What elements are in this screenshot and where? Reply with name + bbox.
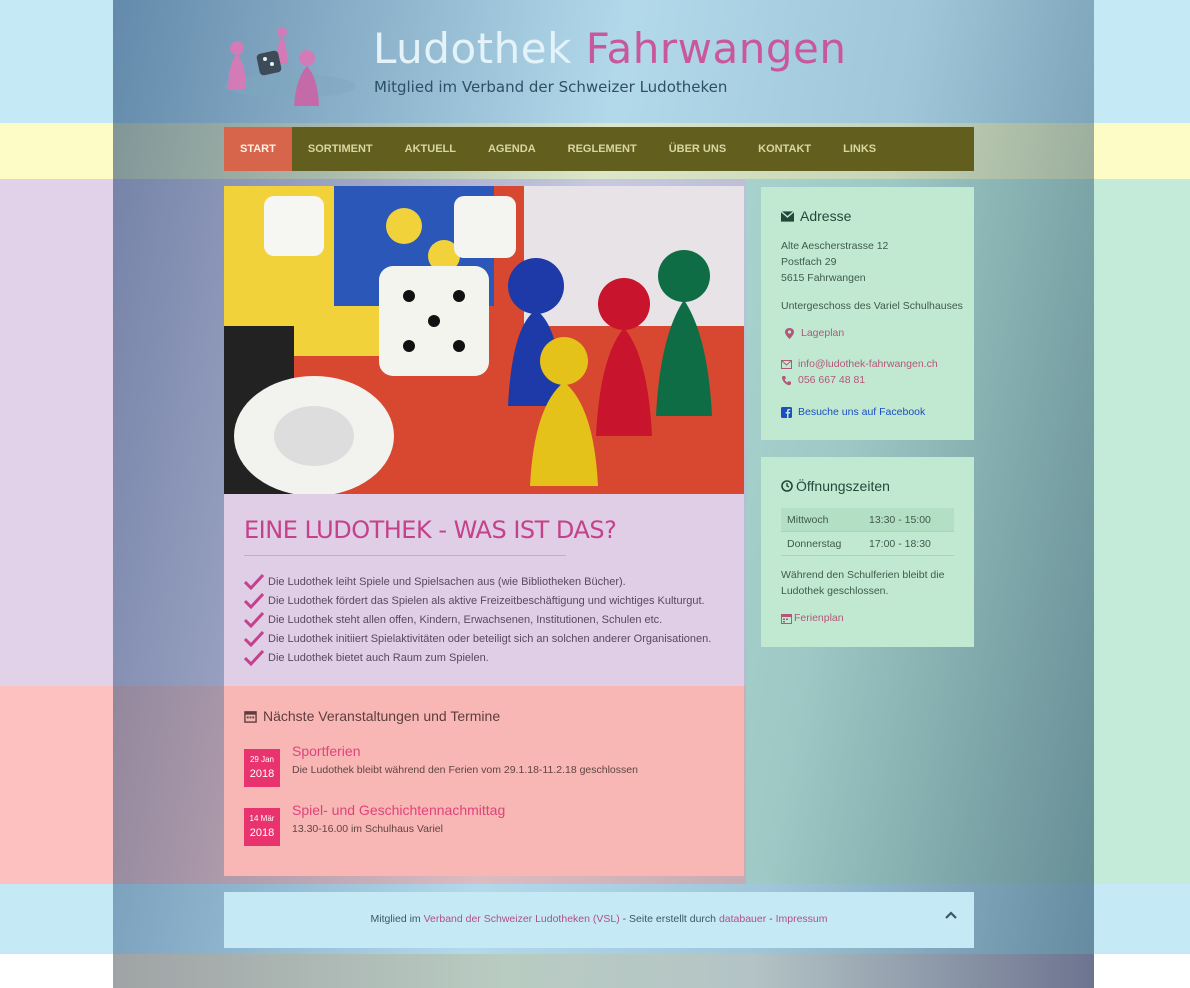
- nav-item-kontakt[interactable]: KONTAKT: [742, 127, 827, 171]
- main-nav: START SORTIMENT AKTUELL AGENDA REGLEMENT…: [224, 127, 974, 171]
- list-item: Die Ludothek leiht Spiele und Spielsache…: [244, 572, 711, 591]
- map-link[interactable]: Lageplan: [781, 327, 844, 339]
- checkmark-icon: [244, 649, 264, 666]
- clock-icon: [781, 480, 793, 492]
- event-year: 2018: [249, 827, 275, 839]
- opening-hours-table: Mittwoch 13:30 - 15:00 Donnerstag 17:00 …: [781, 508, 954, 556]
- nav-item-links[interactable]: LINKS: [827, 127, 892, 171]
- chevron-up-icon[interactable]: [944, 908, 958, 922]
- table-row: Mittwoch 13:30 - 15:00: [781, 508, 954, 532]
- footer-separator: -: [766, 913, 776, 925]
- site-subtitle: Mitglied im Verband der Schweizer Ludoth…: [374, 78, 728, 96]
- envelope-icon: [781, 210, 794, 222]
- table-row: Donnerstag 17:00 - 18:30: [781, 531, 954, 556]
- events-heading-text: Nächste Veranstaltungen und Termine: [263, 708, 501, 724]
- event-date-badge: 29 Jan 2018: [244, 749, 280, 787]
- email-link-text: info@ludothek-fahrwangen.ch: [798, 358, 938, 370]
- nav-item-sortiment[interactable]: SORTIMENT: [292, 127, 389, 171]
- hours-time: 13:30 - 15:00: [869, 513, 931, 526]
- event-year: 2018: [249, 768, 275, 780]
- map-marker-icon: [785, 327, 794, 339]
- nav-item-aktuell[interactable]: AKTUELL: [389, 127, 472, 171]
- events-heading: Nächste Veranstaltungen und Termine: [244, 708, 500, 724]
- email-link[interactable]: info@ludothek-fahrwangen.ch: [781, 358, 938, 370]
- event-description: 13.30-16.00 im Schulhaus Variel: [292, 823, 443, 835]
- nav-item-start[interactable]: START: [224, 127, 292, 171]
- title-divider: [244, 555, 566, 556]
- site-title: Ludothek Fahrwangen: [373, 24, 847, 73]
- site-title-part1: Ludothek: [373, 24, 572, 73]
- footer-middle: - Seite erstellt durch: [619, 913, 719, 925]
- list-item-text: Die Ludothek initiiert Spielaktivitäten …: [268, 632, 712, 645]
- checkmark-icon: [244, 611, 264, 628]
- event-title-link[interactable]: Spiel- und Geschichtennachmittag: [292, 802, 505, 818]
- list-item: Die Ludothek bietet auch Raum zum Spiele…: [244, 648, 711, 667]
- list-item-text: Die Ludothek fördert das Spielen als akt…: [268, 594, 705, 607]
- list-item: Die Ludothek fördert das Spielen als akt…: [244, 591, 711, 610]
- calendar-icon: [244, 710, 257, 723]
- address-heading: Adresse: [781, 208, 851, 224]
- event-date-badge: 14 Mär 2018: [244, 808, 280, 846]
- event-description: Die Ludothek bleibt während den Ferien v…: [292, 764, 638, 776]
- address-lines: Alte Aescherstrasse 12 Postfach 29 5615 …: [781, 238, 888, 286]
- hours-day: Donnerstag: [787, 537, 842, 550]
- event-day: 29 Jan: [249, 755, 275, 764]
- site-title-part2: Fahrwangen: [585, 24, 847, 73]
- vsl-link[interactable]: Verband der Schweizer Ludotheken (VSL): [424, 913, 620, 925]
- hero-image-dice-and-pawns: [224, 186, 744, 494]
- opening-hours-heading-text: Öffnungszeiten: [796, 478, 890, 494]
- location-note: Untergeschoss des Variel Schulhauses: [781, 300, 963, 312]
- phone-icon: [781, 375, 791, 385]
- list-item: Die Ludothek steht allen offen, Kindern,…: [244, 610, 711, 629]
- hours-time: 17:00 - 18:30: [869, 537, 931, 550]
- list-item-text: Die Ludothek bietet auch Raum zum Spiele…: [268, 651, 489, 664]
- calendar-icon: [781, 613, 792, 624]
- list-item-text: Die Ludothek steht allen offen, Kindern,…: [268, 613, 663, 626]
- opening-hours-heading: Öffnungszeiten: [781, 478, 890, 494]
- nav-item-ueber-uns[interactable]: ÜBER UNS: [653, 127, 742, 171]
- intro-title: EINE LUDOTHEK - WAS IST DAS?: [244, 516, 617, 544]
- address-city: 5615 Fahrwangen: [781, 272, 866, 284]
- holiday-note: Während den Schulferien bleibt die Ludot…: [781, 569, 945, 597]
- checkmark-icon: [244, 630, 264, 647]
- list-item: Die Ludothek initiiert Spielaktivitäten …: [244, 629, 711, 648]
- map-link-text: Lageplan: [801, 327, 845, 339]
- facebook-link-text: Besuche uns auf Facebook: [798, 406, 926, 418]
- envelope-outline-icon: [781, 359, 792, 369]
- footer-prefix: Mitglied im: [370, 913, 424, 925]
- event-title-link[interactable]: Sportferien: [292, 743, 360, 759]
- facebook-link[interactable]: Besuche uns auf Facebook: [781, 406, 925, 418]
- address-street: Alte Aescherstrasse 12: [781, 240, 889, 252]
- intro-checklist: Die Ludothek leiht Spiele und Spielsache…: [244, 572, 711, 667]
- phone-link-text: 056 667 48 81: [798, 374, 866, 386]
- address-heading-text: Adresse: [800, 208, 852, 224]
- event-day: 14 Mär: [249, 814, 275, 823]
- footer-text: Mitglied im Verband der Schweizer Ludoth…: [224, 913, 974, 925]
- author-link[interactable]: databauer: [719, 913, 766, 925]
- address-postbox: Postfach 29: [781, 256, 837, 268]
- holiday-plan-link[interactable]: Ferienplan: [781, 612, 844, 624]
- nav-item-reglement[interactable]: REGLEMENT: [552, 127, 653, 171]
- hours-day: Mittwoch: [787, 513, 829, 526]
- impressum-link[interactable]: Impressum: [776, 913, 828, 925]
- facebook-icon: [781, 406, 792, 418]
- page-bottom-strip: [113, 954, 1094, 988]
- holiday-plan-link-text: Ferienplan: [794, 612, 844, 624]
- checkmark-icon: [244, 592, 264, 609]
- nav-item-agenda[interactable]: AGENDA: [472, 127, 552, 171]
- phone-link[interactable]: 056 667 48 81: [781, 374, 865, 386]
- list-item-text: Die Ludothek leiht Spiele und Spielsache…: [268, 575, 626, 588]
- board-game-pawns-logo[interactable]: [220, 14, 360, 114]
- checkmark-icon: [244, 573, 264, 590]
- footer: Mitglied im Verband der Schweizer Ludoth…: [224, 892, 974, 948]
